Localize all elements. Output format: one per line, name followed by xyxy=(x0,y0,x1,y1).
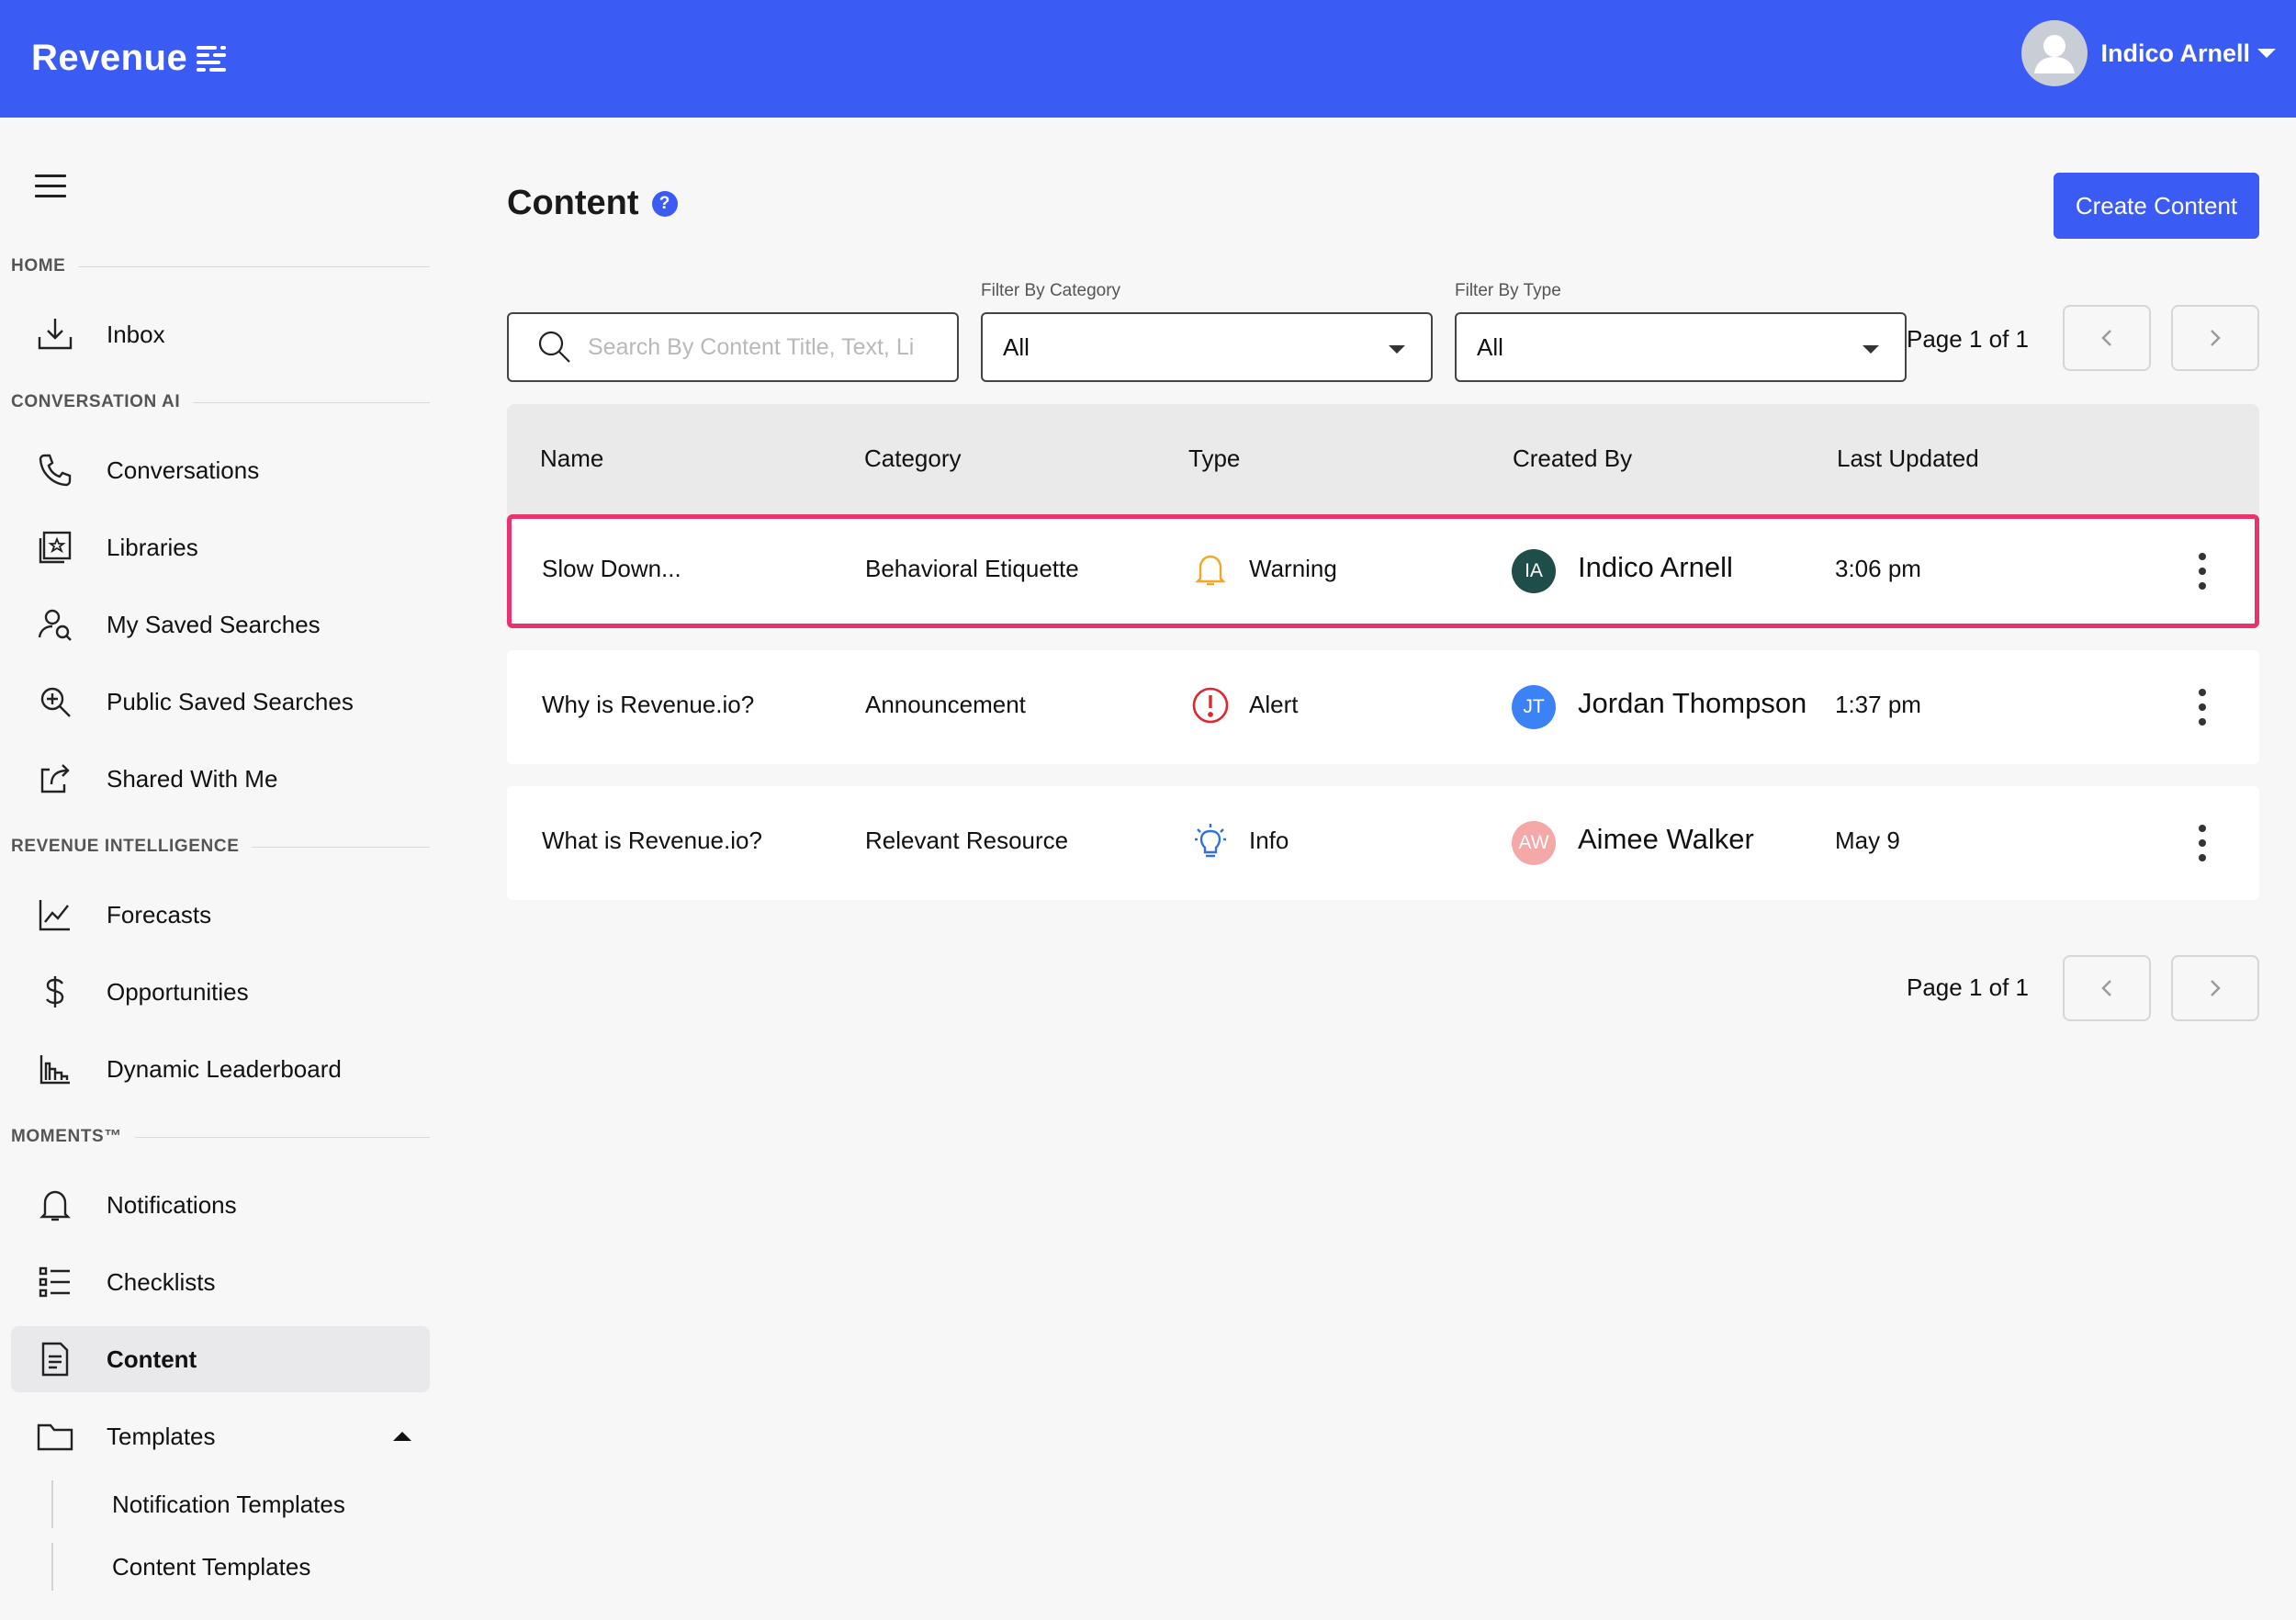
top-bar: Revenue Indico Arnell xyxy=(0,0,2296,118)
row-last-updated: 3:06 pm xyxy=(1835,555,1921,582)
row-created-by: Aimee Walker xyxy=(1578,823,1754,855)
column-created-by[interactable]: Created By xyxy=(1513,444,1632,473)
sidebar-item-content-templates[interactable]: Content Templates xyxy=(51,1543,430,1591)
document-icon xyxy=(35,1339,75,1379)
hamburger-menu-icon[interactable] xyxy=(35,173,66,198)
chevron-right-icon xyxy=(2211,980,2221,996)
chevron-up-icon[interactable] xyxy=(393,1432,411,1441)
more-options-icon[interactable] xyxy=(2184,819,2221,867)
next-page-button[interactable] xyxy=(2171,305,2259,371)
row-name: Slow Down... xyxy=(542,555,681,582)
search-box[interactable] xyxy=(507,312,959,382)
inbox-icon xyxy=(35,314,75,354)
sidebar-item-my-saved-searches[interactable]: My Saved Searches xyxy=(11,591,430,658)
sidebar-item-notification-templates[interactable]: Notification Templates xyxy=(51,1480,430,1528)
row-type: Warning xyxy=(1249,555,1337,582)
user-search-icon xyxy=(35,604,75,645)
chevron-down-icon xyxy=(1389,345,1405,354)
sidebar-item-inbox[interactable]: Inbox xyxy=(11,301,430,367)
chevron-down-icon xyxy=(2257,49,2276,58)
row-last-updated: 1:37 pm xyxy=(1835,691,1921,718)
row-name: Why is Revenue.io? xyxy=(542,691,755,718)
column-last-updated[interactable]: Last Updated xyxy=(1837,444,1979,473)
chevron-down-icon xyxy=(1863,345,1879,354)
table-row[interactable]: What is Revenue.io? Relevant Resource In… xyxy=(507,786,2259,900)
dollar-icon xyxy=(35,972,75,1012)
row-type: Info xyxy=(1249,827,1289,854)
library-icon xyxy=(35,527,75,568)
user-menu[interactable]: Indico Arnell xyxy=(2021,20,2276,86)
more-options-icon[interactable] xyxy=(2184,547,2221,595)
next-page-button[interactable] xyxy=(2171,955,2259,1021)
user-name: Indico Arnell xyxy=(2100,39,2250,67)
logo-mark-icon xyxy=(197,44,227,72)
share-icon xyxy=(35,759,75,799)
zoom-in-icon xyxy=(35,681,75,722)
table-row[interactable]: Why is Revenue.io? Announcement Alert JT… xyxy=(507,650,2259,764)
avatar: IA xyxy=(1512,549,1556,593)
column-name[interactable]: Name xyxy=(540,444,603,473)
sidebar-item-public-saved-searches[interactable]: Public Saved Searches xyxy=(11,669,430,735)
row-created-by: Indico Arnell xyxy=(1578,551,1733,583)
folder-icon xyxy=(35,1416,75,1457)
row-name: What is Revenue.io? xyxy=(542,827,762,854)
sidebar: HOME Inbox CONVERSATION AI Conversations… xyxy=(0,118,441,1620)
row-last-updated: May 9 xyxy=(1835,827,1900,854)
sidebar-item-notifications[interactable]: Notifications xyxy=(11,1172,430,1238)
pagination-info-bottom: Page 1 of 1 xyxy=(1907,973,2029,1001)
column-type[interactable]: Type xyxy=(1188,444,1240,473)
filter-type-label: Filter By Type xyxy=(1455,281,1561,300)
revenue-logo[interactable]: Revenue xyxy=(31,29,227,86)
sidebar-item-dynamic-leaderboard[interactable]: Dynamic Leaderboard xyxy=(11,1036,430,1102)
avatar: AW xyxy=(1512,821,1556,865)
more-options-icon[interactable] xyxy=(2184,683,2221,731)
alert-circle-icon xyxy=(1190,685,1231,726)
filter-type-select[interactable]: All xyxy=(1455,312,1907,382)
column-category[interactable]: Category xyxy=(864,444,962,473)
chevron-left-icon xyxy=(2101,980,2111,996)
create-content-button[interactable]: Create Content xyxy=(2054,173,2259,239)
section-home: HOME xyxy=(11,255,430,277)
line-chart-icon xyxy=(35,894,75,935)
sidebar-item-conversations[interactable]: Conversations xyxy=(11,437,430,503)
section-revenue-intelligence: REVENUE INTELLIGENCE xyxy=(11,836,430,858)
row-category: Relevant Resource xyxy=(865,827,1069,854)
chevron-right-icon xyxy=(2211,330,2221,346)
chevron-left-icon xyxy=(2101,330,2111,346)
logo-text: Revenue xyxy=(31,37,188,78)
sidebar-item-forecasts[interactable]: Forecasts xyxy=(11,882,430,948)
search-input[interactable] xyxy=(588,333,937,361)
filter-category-label: Filter By Category xyxy=(981,281,1121,300)
section-conversation-ai: CONVERSATION AI xyxy=(11,391,430,413)
section-moments: MOMENTS™ xyxy=(11,1126,430,1148)
help-icon[interactable]: ? xyxy=(651,190,678,217)
sidebar-item-shared-with-me[interactable]: Shared With Me xyxy=(11,746,430,812)
sidebar-item-checklists[interactable]: Checklists xyxy=(11,1249,430,1315)
sidebar-item-templates[interactable]: Templates xyxy=(11,1403,430,1469)
bar-chart-icon xyxy=(35,1049,75,1089)
prev-page-button[interactable] xyxy=(2063,955,2151,1021)
row-category: Announcement xyxy=(865,691,1026,718)
row-created-by: Jordan Thompson xyxy=(1578,687,1807,719)
phone-icon xyxy=(35,450,75,490)
user-avatar-icon xyxy=(2021,20,2088,86)
table-header: Name Category Type Created By Last Updat… xyxy=(507,404,2259,514)
checklist-icon xyxy=(35,1262,75,1302)
avatar: JT xyxy=(1512,685,1556,729)
row-category: Behavioral Etiquette xyxy=(865,555,1079,582)
bell-icon xyxy=(35,1185,75,1225)
search-icon xyxy=(536,329,573,366)
sidebar-item-libraries[interactable]: Libraries xyxy=(11,514,430,580)
page-title: Content ? xyxy=(507,184,678,223)
pagination-info-top: Page 1 of 1 xyxy=(1907,325,2029,353)
table-row[interactable]: Slow Down... Behavioral Etiquette Warnin… xyxy=(507,514,2259,628)
prev-page-button[interactable] xyxy=(2063,305,2151,371)
sidebar-item-content[interactable]: Content xyxy=(11,1326,430,1392)
lightbulb-icon xyxy=(1190,821,1231,861)
sidebar-item-opportunities[interactable]: Opportunities xyxy=(11,959,430,1025)
row-type: Alert xyxy=(1249,691,1299,718)
filter-category-select[interactable]: All xyxy=(981,312,1433,382)
bell-icon xyxy=(1190,549,1231,590)
